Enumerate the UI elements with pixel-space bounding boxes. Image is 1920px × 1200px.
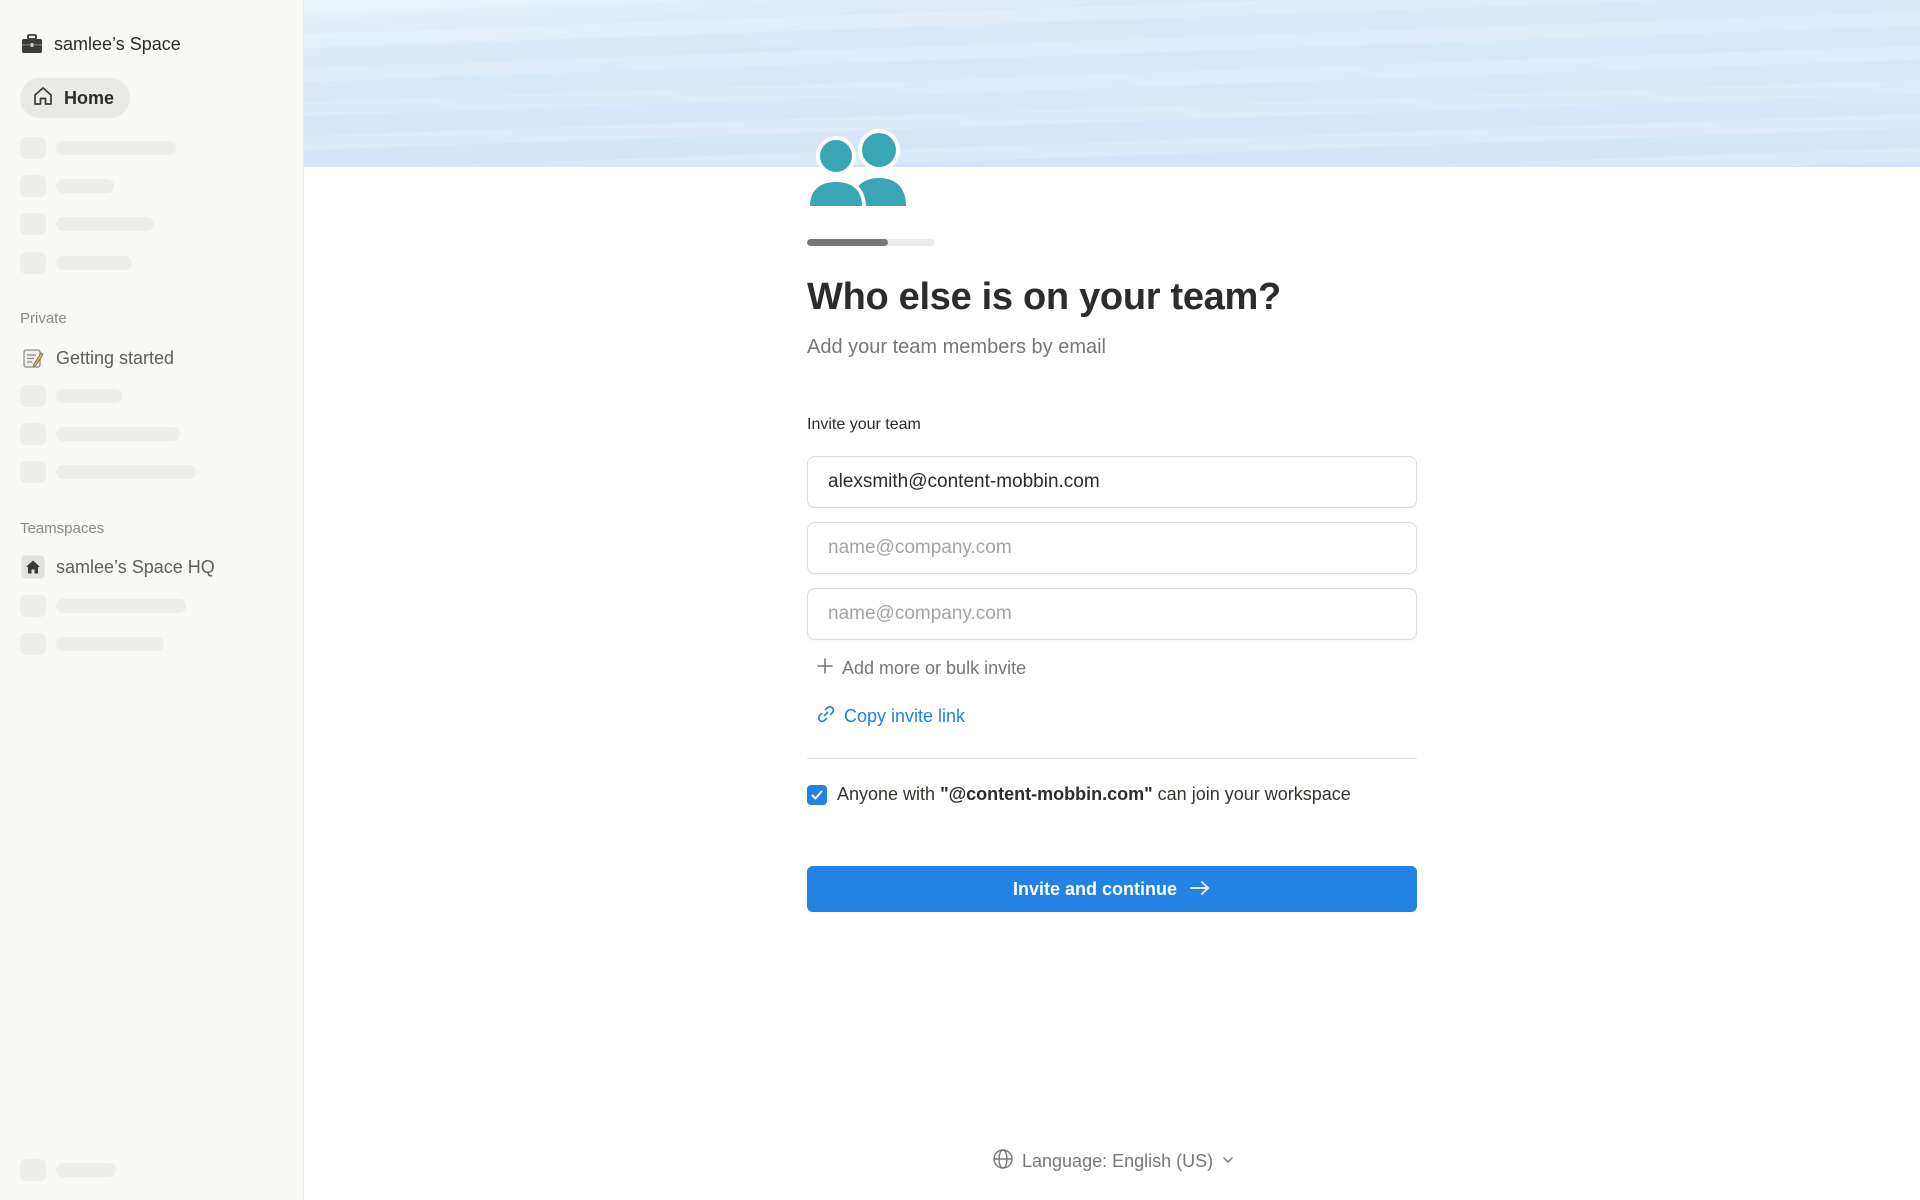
domain-join-option: Anyone with "@content-mobbin.com" can jo… xyxy=(807,784,1351,805)
email-field-1[interactable] xyxy=(807,456,1417,508)
skeleton-icon xyxy=(20,385,46,407)
briefcase-icon xyxy=(20,32,44,56)
language-label: Language: English (US) xyxy=(1022,1150,1214,1171)
page-title: Who else is on your team? xyxy=(807,276,1281,318)
skeleton-icon xyxy=(20,633,46,655)
skeleton-bar xyxy=(56,256,132,270)
skeleton-icon xyxy=(20,175,46,197)
skeleton-icon xyxy=(20,1159,46,1181)
notepad-icon xyxy=(20,345,46,371)
skeleton-bar xyxy=(56,141,176,155)
sidebar: samlee’s Space Home Private Getting star… xyxy=(0,0,304,1200)
email-field-2[interactable] xyxy=(807,522,1417,574)
home-label: Home xyxy=(64,87,115,108)
chevron-down-icon xyxy=(1221,1151,1235,1172)
add-more-label: Add more or bulk invite xyxy=(842,657,1027,678)
people-icon xyxy=(806,126,910,208)
skeleton-bar xyxy=(56,637,164,651)
workspace-switcher[interactable]: samlee’s Space xyxy=(20,30,181,58)
section-label-teamspaces[interactable]: Teamspaces xyxy=(20,520,104,537)
skeleton-bar xyxy=(56,1163,116,1177)
cover-banner xyxy=(304,0,1920,167)
page-subtitle: Add your team members by email xyxy=(807,336,1107,358)
plus-icon xyxy=(816,657,834,680)
skeleton-icon xyxy=(20,595,46,617)
onboarding-progress-bar xyxy=(807,239,935,246)
invite-label: Invite your team xyxy=(807,416,921,433)
workspace-name: samlee’s Space xyxy=(54,33,181,54)
email-field-3[interactable] xyxy=(807,588,1417,640)
cta-label: Invite and continue xyxy=(1012,878,1177,899)
section-label-private[interactable]: Private xyxy=(20,310,67,327)
domain-text-suffix: can join your workspace xyxy=(1152,784,1351,804)
house-icon xyxy=(20,554,46,580)
domain-text-prefix: Anyone with xyxy=(837,784,941,804)
skeleton-bar xyxy=(56,389,122,403)
sidebar-item-label: samlee’s Space HQ xyxy=(56,556,215,577)
progress-fill xyxy=(807,239,888,246)
globe-icon xyxy=(992,1148,1014,1175)
link-icon xyxy=(816,704,836,729)
sidebar-item-getting-started[interactable]: Getting started xyxy=(20,344,174,372)
skeleton-bar xyxy=(56,599,186,613)
arrow-right-icon xyxy=(1189,879,1211,900)
skeleton-bar xyxy=(56,217,154,231)
skeleton-bar xyxy=(56,179,114,193)
copy-invite-link-label: Copy invite link xyxy=(844,705,966,726)
copy-invite-link-button[interactable]: Copy invite link xyxy=(816,704,965,728)
language-selector[interactable]: Language: English (US) xyxy=(992,1148,1235,1175)
home-icon xyxy=(32,85,54,112)
domain-join-checkbox[interactable] xyxy=(807,784,827,805)
add-more-button[interactable]: Add more or bulk invite xyxy=(816,656,1026,680)
skeleton-bar xyxy=(56,465,196,479)
skeleton-bar xyxy=(56,427,180,441)
sidebar-item-teamspace-hq[interactable]: samlee’s Space HQ xyxy=(20,553,215,581)
skeleton-icon xyxy=(20,461,46,483)
skeleton-icon xyxy=(20,137,46,159)
checkmark-icon xyxy=(811,790,823,799)
skeleton-icon xyxy=(20,213,46,235)
skeleton-icon xyxy=(20,252,46,274)
domain-join-text: Anyone with "@content-mobbin.com" can jo… xyxy=(837,784,1351,805)
sidebar-item-label: Getting started xyxy=(56,347,175,368)
sidebar-item-home[interactable]: Home xyxy=(20,78,131,118)
skeleton-icon xyxy=(20,423,46,445)
divider xyxy=(807,758,1417,759)
domain-text-domain: "@content-mobbin.com" xyxy=(940,784,1153,804)
invite-and-continue-button[interactable]: Invite and continue xyxy=(807,866,1417,912)
